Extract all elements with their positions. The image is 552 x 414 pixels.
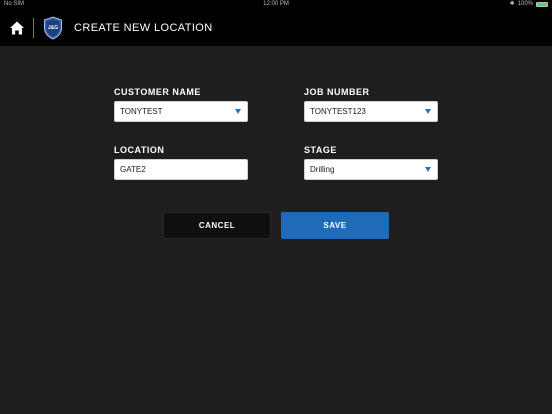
status-bar: No SIM 12:00 PM ✱ 100% <box>0 0 552 10</box>
header-divider <box>33 18 34 38</box>
battery-icon <box>536 1 548 7</box>
stage-value: Drilling <box>310 165 335 174</box>
job-number-label: JOB NUMBER <box>304 87 370 97</box>
stage-label: STAGE <box>304 145 337 155</box>
job-number-select[interactable]: TONYTEST123 <box>304 101 438 122</box>
customer-name-select[interactable]: TONYTEST <box>114 101 248 122</box>
customer-name-value: TONYTEST <box>120 107 163 116</box>
home-icon[interactable] <box>9 20 25 36</box>
bluetooth-icon: ✱ <box>509 1 515 7</box>
logo-text: J&G <box>48 25 58 31</box>
location-value: GATE2 <box>120 165 146 174</box>
status-right: ✱ 100% <box>510 1 548 7</box>
stage-select[interactable]: Drilling <box>304 159 438 180</box>
status-time: 12:00 PM <box>263 1 289 7</box>
location-input[interactable]: GATE2 <box>114 159 248 180</box>
customer-name-label: CUSTOMER NAME <box>114 87 201 97</box>
save-button[interactable]: SAVE <box>281 212 389 239</box>
page-title: CREATE NEW LOCATION <box>74 22 213 34</box>
chevron-down-icon <box>235 109 241 114</box>
battery-percent: 100% <box>517 1 533 7</box>
chevron-down-icon <box>425 109 431 114</box>
cancel-button[interactable]: CANCEL <box>163 212 271 239</box>
job-number-value: TONYTEST123 <box>310 107 366 116</box>
location-label: LOCATION <box>114 145 165 155</box>
app-header: J&G CREATE NEW LOCATION <box>0 10 552 46</box>
chevron-down-icon <box>425 167 431 172</box>
logo-badge: J&G <box>44 16 62 40</box>
